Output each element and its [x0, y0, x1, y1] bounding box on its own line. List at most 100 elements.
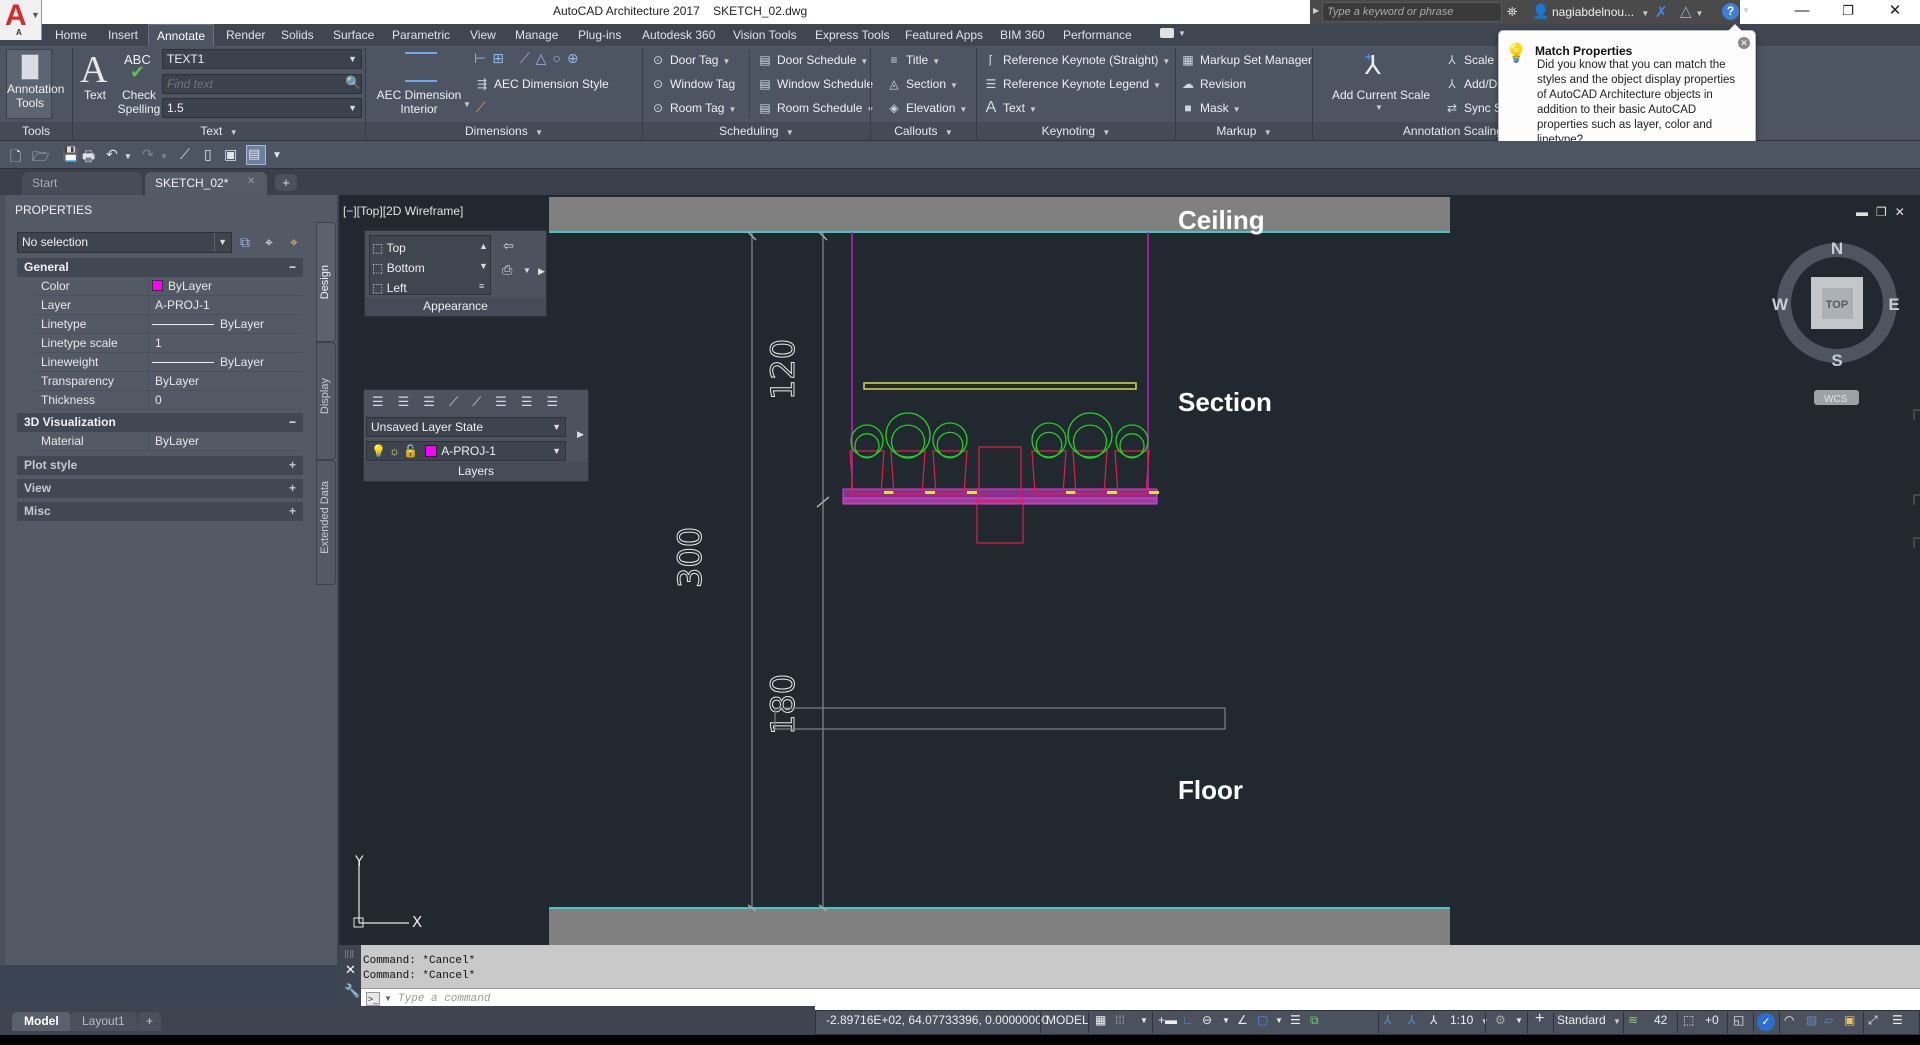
minimize-button[interactable]: — — [1779, 0, 1825, 24]
group-general[interactable]: General − — [17, 258, 303, 277]
panel-title-text[interactable]: Text ▼ — [73, 122, 365, 140]
restore-view-icon[interactable]: ⇦ — [503, 238, 514, 254]
group-plot-style[interactable]: Plot style + — [17, 456, 303, 475]
auto-scale-icon[interactable]: ⅄ — [1408, 1013, 1415, 1027]
close-tab-icon[interactable]: ✕ — [247, 176, 255, 187]
fullscreen-icon[interactable]: ⤢ — [1868, 1013, 1878, 1028]
ribbon-display-dropdown-icon[interactable]: ▼ — [1178, 29, 1186, 38]
scale-list-button[interactable]: ⅄ Scale L — [1444, 53, 1504, 67]
elevation-icon[interactable]: ⬚ — [1683, 1013, 1694, 1027]
dimension-edit-icon[interactable]: ⟋ — [476, 99, 486, 116]
text-style-select[interactable]: TEXT1 ▼ — [162, 49, 362, 69]
ribbon-tab-manage[interactable]: Manage — [507, 24, 566, 46]
close-icon[interactable]: ✕ — [1738, 37, 1750, 49]
plane-icon[interactable]: ▱ — [1824, 1013, 1833, 1027]
close-command-line-icon[interactable]: ✕ — [345, 962, 356, 978]
side-tab-display[interactable]: Display — [316, 342, 336, 460]
customize-wrench-icon[interactable]: 🔧 — [344, 983, 360, 999]
user-icon[interactable]: 👤 — [1532, 3, 1549, 20]
room-schedule-button[interactable]: ▤Room Schedule▼ — [757, 101, 874, 115]
coordinates-readout[interactable]: -2.89716E+02, 64.07733396, 0.00000000 — [826, 1013, 1049, 1027]
hatch-icon[interactable]: ▨ — [1806, 1013, 1817, 1027]
ribbon-tab-vision-tools[interactable]: Vision Tools — [725, 24, 805, 46]
layer-tools-icons[interactable]: ☰☰☰⟋⟋☰☰☰ — [372, 394, 572, 410]
properties-icon[interactable]: ▯ — [204, 146, 212, 163]
dropdown-icon[interactable]: ▼ — [463, 100, 471, 109]
osnap-dropdown-icon[interactable]: ▼ — [1275, 1016, 1283, 1025]
ribbon-tab-solids[interactable]: Solids — [273, 24, 322, 46]
open-file-icon[interactable]: 🗁 — [32, 146, 49, 170]
new-tab-button[interactable]: + — [275, 174, 297, 191]
property-row[interactable]: Thickness 0 — [34, 391, 303, 410]
object-snap-icon[interactable]: ▢ — [1257, 1013, 1268, 1027]
layout-tab-model[interactable]: Model — [12, 1012, 71, 1031]
palette-expand-icon[interactable]: ▶ — [577, 429, 584, 440]
group-3d-visualization[interactable]: 3D Visualization − — [17, 413, 303, 432]
ribbon-tab-performance[interactable]: Performance — [1055, 24, 1140, 46]
group-misc[interactable]: Misc + — [17, 502, 303, 521]
sync-scale-button[interactable]: ⇄ Sync S — [1444, 101, 1502, 115]
binoculars-icon[interactable]: ⛯ — [1507, 4, 1517, 20]
text-button[interactable]: Text — [84, 88, 106, 102]
toggle-pickadd-icon[interactable]: ⧉ — [240, 234, 250, 251]
display-configuration-select[interactable]: Standard ▼ — [1557, 1013, 1621, 1027]
annotation-scale-icon[interactable]: ⅄ — [1430, 1013, 1437, 1027]
selection-select[interactable]: No selection ▼ — [17, 232, 232, 253]
layer-icon[interactable]: ≋ — [1628, 1013, 1638, 1027]
section-callout-button[interactable]: ◬ Section ▼ — [886, 77, 958, 91]
elevation-offset[interactable]: +0 — [1705, 1013, 1719, 1027]
workspace-gear-icon[interactable]: ⚙ — [1495, 1013, 1506, 1027]
ortho-mode-icon[interactable]: ∟ — [1182, 1013, 1194, 1027]
visual-style-icon[interactable]: ⎙ — [502, 262, 512, 278]
ribbon-display-toggle-icon[interactable] — [1160, 28, 1174, 38]
clean-screen-icon[interactable]: ▣ — [1844, 1013, 1855, 1027]
new-file-icon[interactable]: 🗋 — [10, 146, 21, 170]
view-item-bottom[interactable]: ⬚ Bottom — [372, 258, 425, 278]
view-list-scroll[interactable]: ▲ ▼ ≡ — [479, 236, 488, 296]
revision-cloud-button[interactable]: ☁ Revision — [1180, 77, 1246, 91]
panel-title-keynoting[interactable]: Keynoting ▼ — [977, 122, 1175, 140]
snap-dropdown-icon[interactable]: ▼ — [1140, 1016, 1148, 1025]
isometric-drafting-icon[interactable]: ∠ — [1237, 1013, 1248, 1027]
lineweight-icon[interactable]: ☰ — [1290, 1013, 1301, 1027]
annotation-scale-select[interactable]: 1:10 ▼ — [1450, 1013, 1489, 1027]
redo-dropdown-icon[interactable]: ▼ — [160, 152, 168, 161]
elevation-callout-button[interactable]: ◈ Elevation ▼ — [886, 101, 967, 115]
palette-expand-icon[interactable]: ▶ — [538, 266, 545, 277]
surface-hatch-icon[interactable]: ◠ — [1784, 1013, 1794, 1027]
property-row[interactable]: Transparency ByLayer — [34, 372, 303, 391]
title-callout-button[interactable]: ≡ Title ▼ — [886, 53, 940, 67]
close-button[interactable]: ✕ — [1872, 0, 1918, 24]
ribbon-tab-express-tools[interactable]: Express Tools — [807, 24, 897, 46]
redo-icon[interactable]: ↷ — [142, 146, 154, 163]
dimension-tools-icons[interactable]: ⊢⊞ ⟋△○⊕ — [474, 50, 585, 67]
view-item-left[interactable]: ⬚ Left — [372, 278, 425, 298]
text-height-select[interactable]: 1.5 ▼ — [162, 98, 362, 118]
property-row[interactable]: Lineweight ByLayer — [34, 353, 303, 372]
user-account-menu[interactable]: nagiabdelnou... ▼ — [1552, 5, 1649, 19]
expand-arrow-icon[interactable]: ▶ — [1313, 6, 1319, 15]
add-current-scale-button[interactable]: Add Current Scale — [1332, 88, 1430, 102]
recent-commands-dropdown[interactable]: ▼ — [384, 994, 392, 1003]
panel-title-markup[interactable]: Markup ▼ — [1176, 122, 1312, 140]
current-layer-select[interactable]: 💡 ☼ 🔓 A-PROJ-1 ▼ — [366, 441, 566, 461]
viewport-window-controls[interactable]: ▬ ❐ ✕ — [1856, 205, 1905, 219]
match-properties-icon[interactable]: ▣ — [224, 146, 237, 163]
property-row[interactable]: Material ByLayer — [34, 432, 303, 451]
ribbon-tab-view[interactable]: View — [462, 24, 504, 46]
ribbon-tab-home[interactable]: Home — [47, 24, 95, 46]
window-tag-button[interactable]: ⊙ Window Tag — [650, 77, 735, 91]
find-replace-icon[interactable]: 🔍 — [345, 75, 361, 91]
workspace-dropdown-icon[interactable]: ▼ — [1515, 1016, 1523, 1025]
viewport-controls-label[interactable]: [−][Top][2D Wireframe] — [343, 204, 463, 218]
layout-tab-layout1[interactable]: Layout1 — [70, 1012, 137, 1031]
help-dropdown-icon[interactable]: ▼ — [1742, 6, 1750, 15]
property-row[interactable]: Linetype ByLayer — [34, 315, 303, 334]
add-delete-scales-button[interactable]: ⅄ Add/D — [1444, 77, 1497, 91]
command-line-handle[interactable]: ⣿⣿ ✕ 🔧 — [339, 945, 361, 1011]
autodesk-exchange-icon[interactable]: ✗ — [1655, 3, 1668, 21]
property-row[interactable]: Color ByLayer — [34, 277, 303, 296]
reference-keynote-legend-button[interactable]: ☰ Reference Keynote Legend ▼ — [983, 77, 1161, 91]
side-tab-design[interactable]: Design — [316, 222, 336, 342]
ribbon-tab-annotate[interactable]: Annotate — [148, 24, 215, 46]
